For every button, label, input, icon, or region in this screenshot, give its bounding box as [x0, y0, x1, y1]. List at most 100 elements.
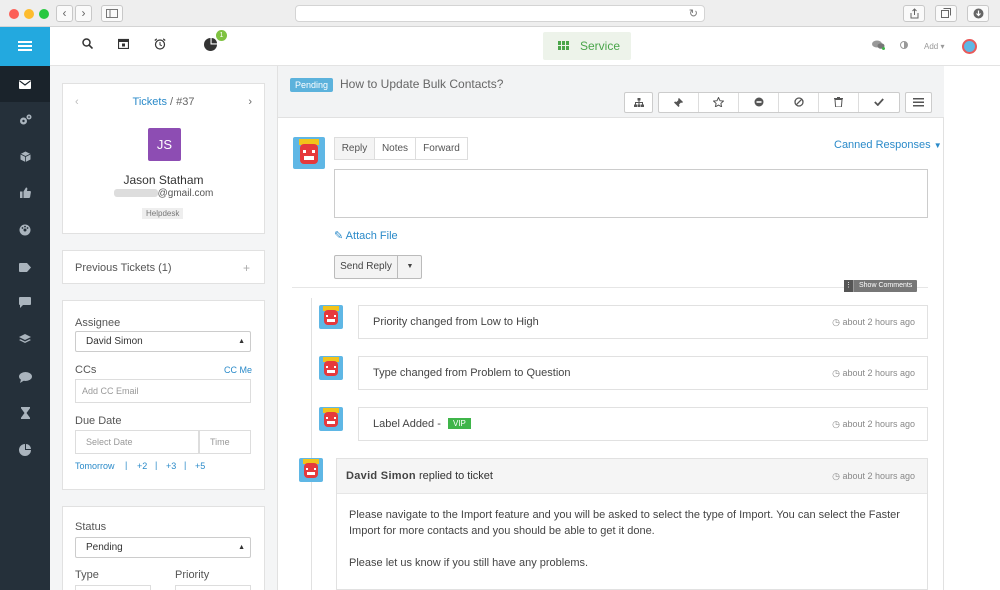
maximize-window-button[interactable]	[39, 9, 49, 19]
user-avatar[interactable]	[962, 39, 977, 54]
quick-date-plus-5[interactable]: +5	[195, 461, 205, 471]
sitemap-icon	[633, 98, 644, 107]
due-date-label: Due Date	[75, 415, 122, 427]
alarm-button[interactable]	[154, 38, 166, 53]
sidebar-item-products[interactable]	[0, 139, 50, 175]
assignee-label: Assignee	[75, 317, 121, 329]
add-label: Add	[924, 42, 939, 51]
ticket-sidebar: ‹ Tickets / #37 › JS Jason Statham @gmai…	[50, 66, 278, 590]
hourglass-icon	[20, 407, 30, 419]
ticket-subject: How to Update Bulk Contacts?	[340, 77, 504, 91]
reply-body: Please navigate to the Import feature an…	[349, 507, 909, 587]
cc-me-link[interactable]: CC Me	[224, 365, 252, 375]
hamburger-menu-button[interactable]	[0, 27, 50, 66]
tab-reply[interactable]: Reply	[335, 138, 375, 159]
quick-date-plus-2[interactable]: +2	[137, 461, 147, 471]
sidebar-item-labels[interactable]	[0, 249, 50, 285]
previous-tickets-panel[interactable]: Previous Tickets (1) +	[62, 250, 265, 284]
search-button[interactable]	[82, 38, 94, 52]
next-ticket-chevron-icon[interactable]: ›	[248, 96, 252, 108]
event-time: ◷ about 2 hours ago	[832, 368, 915, 378]
canned-responses-dropdown[interactable]: Canned Responses ▼	[834, 139, 942, 151]
composer-divider	[292, 287, 928, 288]
right-gutter	[944, 66, 1000, 590]
sidebar-item-chat[interactable]	[0, 285, 50, 321]
expand-plus-icon[interactable]: +	[243, 261, 250, 275]
prev-ticket-chevron-icon[interactable]: ‹	[75, 96, 79, 108]
cc-email-input[interactable]: Add CC Email	[75, 379, 251, 403]
downloads-button[interactable]	[967, 5, 989, 22]
chat-icon	[19, 297, 31, 308]
time-input[interactable]: Time	[199, 430, 251, 454]
sidebar-toggle-button[interactable]	[101, 5, 123, 22]
notification-badge: 1	[216, 30, 227, 41]
sidebar-item-dashboard[interactable]	[0, 212, 50, 248]
reply-tabs: Reply Notes Forward	[334, 137, 468, 160]
calendar-button[interactable]	[117, 38, 130, 52]
tab-forward[interactable]: Forward	[416, 138, 467, 159]
tabs-button[interactable]	[935, 5, 957, 22]
timeline-event: Label Added - VIP ◷ about 2 hours ago	[358, 407, 928, 441]
sidebar-item-comments[interactable]	[0, 360, 50, 396]
add-dropdown[interactable]: Add ▾	[924, 42, 944, 51]
sidebar-item-feedback[interactable]	[0, 175, 50, 211]
assignee-select[interactable]: David Simon ▲	[75, 331, 251, 352]
send-reply-button[interactable]: Send Reply	[335, 256, 398, 278]
sidebar-item-timer[interactable]	[0, 395, 50, 431]
delete-button[interactable]	[819, 93, 859, 112]
sidebar-item-inbox[interactable]	[0, 66, 50, 102]
status-select[interactable]: Pending ▲	[75, 537, 251, 558]
reply-textarea[interactable]	[334, 169, 928, 218]
pie-chart-icon	[19, 444, 31, 456]
merge-button[interactable]	[625, 93, 652, 112]
attach-file-link[interactable]: ✎ Attach File	[334, 229, 398, 242]
theme-toggle-button[interactable]	[900, 41, 908, 51]
service-button[interactable]: Service	[543, 32, 631, 60]
reports-button[interactable]	[204, 38, 217, 54]
quick-date-tomorrow[interactable]: Tomorrow	[75, 461, 115, 471]
sidebar-item-layers[interactable]	[0, 322, 50, 358]
gears-icon	[19, 114, 31, 125]
dashboard-icon	[19, 224, 31, 236]
close-window-button[interactable]	[9, 9, 19, 19]
timeline-event: Type changed from Problem to Question ◷ …	[358, 356, 928, 390]
tab-notes[interactable]: Notes	[375, 138, 416, 159]
pin-icon	[674, 98, 683, 107]
star-button[interactable]	[699, 93, 739, 112]
details-list-button[interactable]	[906, 93, 931, 112]
minus-circle-icon	[754, 97, 763, 107]
list-toolbar	[905, 92, 932, 113]
forward-button[interactable]: ›	[75, 5, 92, 22]
sidebar-item-reports[interactable]	[0, 432, 50, 468]
reply-time: ◷ about 2 hours ago	[832, 471, 915, 481]
agent-avatar	[293, 137, 325, 169]
minus-button[interactable]	[739, 93, 779, 112]
reply-paragraph: Please let us know if you still have any…	[349, 557, 589, 569]
share-button[interactable]	[903, 5, 925, 22]
status-panel: Status Pending ▲ Type Priority	[62, 506, 265, 590]
address-bar[interactable]: ↻	[295, 5, 705, 22]
back-button[interactable]: ‹	[56, 5, 73, 22]
envelope-icon	[19, 80, 31, 89]
priority-label: Priority	[175, 569, 210, 581]
paperclip-icon: ✎	[334, 230, 344, 242]
tag-icon	[19, 263, 31, 272]
tickets-link[interactable]: Tickets	[133, 96, 167, 108]
quick-date-plus-3[interactable]: +3	[166, 461, 176, 471]
send-options-caret-icon[interactable]: ▼	[399, 256, 421, 278]
select-date-input[interactable]: Select Date	[75, 430, 199, 454]
sidebar-item-settings[interactable]	[0, 102, 50, 138]
show-comments-button[interactable]: ⋮ Show Comments	[844, 280, 918, 292]
chat-status-button[interactable]	[872, 40, 885, 52]
pin-button[interactable]	[659, 93, 699, 112]
priority-select[interactable]	[175, 585, 251, 590]
top-bar: 1 Service Add ▾	[50, 27, 1000, 66]
resolve-button[interactable]	[859, 93, 899, 112]
minimize-window-button[interactable]	[24, 9, 34, 19]
event-text: Type changed from Problem to Question	[373, 367, 571, 379]
reload-icon[interactable]: ↻	[689, 7, 698, 20]
block-button[interactable]	[779, 93, 819, 112]
event-avatar	[319, 407, 343, 431]
reply-author: David Simon replied to ticket	[346, 470, 493, 482]
type-select[interactable]	[75, 585, 151, 590]
